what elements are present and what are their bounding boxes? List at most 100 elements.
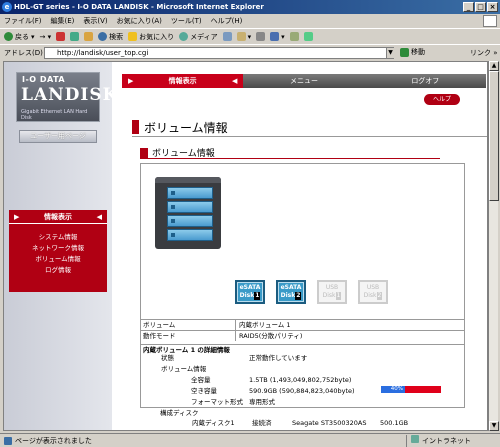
- mail-icon: [236, 32, 246, 41]
- drive-bay-2: [167, 201, 213, 213]
- side-menu: ▶ 情報表示 ◀ システム情報 ネットワーク情報 ボリューム情報 ログ情報: [9, 210, 107, 292]
- nas-device-image: [155, 177, 221, 249]
- disk-type: eSATA: [239, 284, 261, 291]
- address-input[interactable]: http://landisk/user_top.cgi: [44, 47, 394, 59]
- esata-disk-2-icon[interactable]: eSATA Disk2: [276, 280, 306, 304]
- stop-button[interactable]: [56, 32, 66, 41]
- section-marker: [140, 147, 148, 158]
- scroll-thumb[interactable]: [489, 71, 499, 201]
- help-button[interactable]: ヘルプ: [424, 94, 460, 105]
- messenger-icon: [303, 32, 313, 41]
- state-value: 正常動作しています: [249, 354, 308, 362]
- forward-button[interactable]: → ▾: [40, 33, 52, 41]
- links-button[interactable]: リンク »: [470, 48, 498, 58]
- triangle-right-icon: ▶: [14, 213, 20, 221]
- status-text: ページが表示されました: [15, 436, 92, 445]
- favorites-label: お気に入り: [139, 32, 175, 41]
- tab-info[interactable]: ▶ 情報表示 ◀: [122, 74, 244, 88]
- media-button[interactable]: メディア: [179, 32, 218, 42]
- windows-logo-icon: [483, 15, 497, 27]
- address-dropdown-icon[interactable]: ▼: [386, 48, 394, 58]
- drive-bay-4: [167, 229, 213, 241]
- zone-label: イントラネット: [422, 437, 471, 445]
- usb-disk-1-icon: USB Disk1: [317, 280, 347, 304]
- disk-type: eSATA: [280, 284, 302, 291]
- page-title: ボリューム情報: [132, 119, 228, 135]
- menu-file[interactable]: ファイル(F): [4, 16, 42, 26]
- triangle-right-icon: ▶: [128, 77, 134, 85]
- refresh-icon: [70, 32, 80, 41]
- disk-word: Disk: [363, 292, 377, 299]
- refresh-button[interactable]: [70, 32, 80, 41]
- esata-disk-1-icon[interactable]: eSATA Disk1: [235, 280, 265, 304]
- search-button[interactable]: 検索: [98, 32, 123, 42]
- scroll-up-arrow-icon[interactable]: ▲: [489, 61, 499, 71]
- logo-subtitle: Gigabit Ethernet LAN Hard Disk: [21, 109, 88, 121]
- disk-word: Disk: [322, 292, 336, 299]
- disk-number: 2: [295, 292, 302, 300]
- favorites-button[interactable]: お気に入り: [128, 32, 174, 42]
- disk-status: 接続済: [252, 430, 272, 431]
- print-button[interactable]: [256, 32, 266, 41]
- scroll-down-arrow-icon[interactable]: ▼: [489, 421, 499, 431]
- disk-status: 接続済: [252, 419, 272, 427]
- free-capacity-value: 590.9GB (590,884,823,040byte): [249, 387, 355, 395]
- print-icon: [256, 32, 266, 41]
- minimize-button[interactable]: _: [463, 2, 474, 12]
- internet-explorer-icon: e: [2, 2, 12, 12]
- menu-tools[interactable]: ツール(T): [171, 16, 202, 26]
- tab-menu[interactable]: メニュー: [243, 74, 364, 88]
- user-page-button[interactable]: ユーザー用ページ: [19, 130, 97, 143]
- close-button[interactable]: ×: [487, 2, 498, 12]
- usb-disk-2-icon: USB Disk2: [358, 280, 388, 304]
- media-icon: [179, 32, 189, 41]
- logo-brand: I-O DATA: [22, 75, 66, 84]
- mail-button[interactable]: ▾: [236, 32, 251, 41]
- status-bar: ページが表示されました イントラネット: [0, 433, 500, 447]
- disk-number: 1: [254, 292, 261, 300]
- menu-favorites[interactable]: お気に入り(A): [117, 16, 162, 26]
- back-button[interactable]: 戻る ▾: [4, 32, 35, 42]
- edit-icon: [270, 32, 280, 41]
- address-label: アドレス(D): [4, 48, 43, 57]
- triangle-left-icon: ◀: [96, 213, 102, 221]
- sidebar-item-system[interactable]: システム情報: [9, 232, 107, 243]
- disk-model: Seagate ST3500320AS: [292, 419, 367, 427]
- messenger-button[interactable]: [303, 32, 313, 41]
- stop-icon: [56, 32, 66, 41]
- tab-logoff[interactable]: ログオフ: [365, 74, 486, 88]
- mode-row: 動作モード RAID5(分散パリティ): [141, 330, 465, 341]
- go-label: 移動: [411, 48, 425, 56]
- address-bar: アドレス(D) http://landisk/user_top.cgi ▼ 移動…: [0, 44, 500, 60]
- sidebar-item-network[interactable]: ネットワーク情報: [9, 243, 107, 254]
- disk-number: 2: [376, 292, 383, 300]
- sidebar: I-O DATA LANDISK Gigabit Ethernet LAN Ha…: [4, 62, 117, 430]
- disk-model: Seagate ST3500320AS: [292, 430, 366, 431]
- vertical-scrollbar[interactable]: ▲ ▼: [488, 61, 499, 431]
- sidebar-item-log[interactable]: ログ情報: [9, 265, 107, 276]
- menu-view[interactable]: 表示(V): [83, 16, 107, 26]
- logo-name: LANDISK: [21, 85, 119, 105]
- menu-edit[interactable]: 編集(E): [51, 16, 75, 26]
- disk-number: 1: [335, 292, 342, 300]
- go-button[interactable]: 移動: [400, 47, 425, 57]
- history-icon: [222, 32, 232, 41]
- edit-button[interactable]: ▾: [270, 32, 285, 41]
- disks-label: 構成ディスク: [160, 409, 199, 417]
- home-button[interactable]: [84, 32, 94, 41]
- discuss-button[interactable]: [289, 32, 299, 41]
- side-menu-header[interactable]: ▶ 情報表示 ◀: [9, 210, 107, 224]
- toolbar: 戻る ▾ → ▾ 検索 お気に入り メディア ▾ ▾: [0, 28, 500, 44]
- maximize-button[interactable]: □: [475, 2, 486, 12]
- search-icon: [98, 32, 108, 41]
- history-button[interactable]: [222, 32, 232, 41]
- volume-panel: eSATA Disk1 eSATA Disk2 USB Disk1 USB Di…: [140, 163, 465, 408]
- disk-size: 500.1GB: [380, 430, 408, 431]
- menu-help[interactable]: ヘルプ(H): [211, 16, 243, 26]
- disk-size: 500.1GB: [380, 419, 409, 427]
- volume-info-label: ボリューム情報: [161, 365, 207, 373]
- media-label: メディア: [190, 32, 218, 41]
- sidebar-item-volume[interactable]: ボリューム情報: [9, 254, 107, 265]
- usage-bar: 40%: [381, 386, 441, 393]
- mode-value: RAID5(分散パリティ): [239, 332, 303, 340]
